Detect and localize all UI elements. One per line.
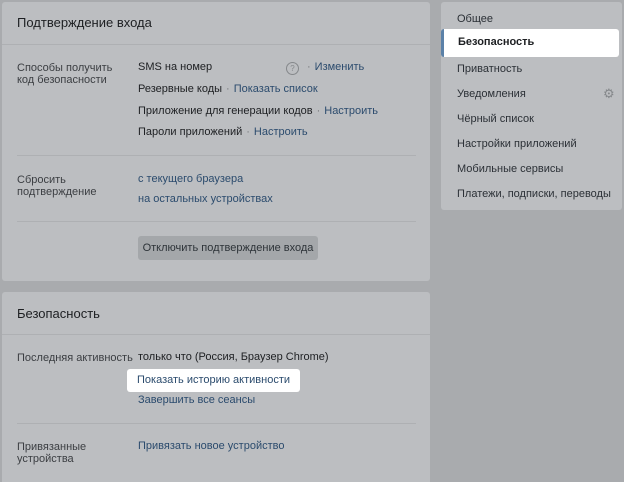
- reset-current-browser-link[interactable]: с текущего браузера: [138, 173, 243, 185]
- menu-item-security-label: Безопасность: [458, 36, 535, 48]
- show-activity-history-link[interactable]: Показать историю активности: [127, 369, 301, 392]
- method-backup: Резервные коды · Показать список: [138, 83, 318, 95]
- divider: [17, 423, 416, 424]
- method-sms-name: SMS на номер: [138, 61, 213, 73]
- gear-icon[interactable]: ⚙: [603, 86, 615, 102]
- divider: [17, 221, 416, 222]
- reset-other-devices-link[interactable]: на остальных устройствах: [138, 193, 273, 205]
- method-app-passwords-name: Пароли приложений: [138, 126, 243, 138]
- setup-code-app-link[interactable]: Настроить: [324, 105, 378, 117]
- menu-item-blacklist[interactable]: Чёрный список: [457, 113, 534, 125]
- setup-app-passwords-link[interactable]: Настроить: [254, 126, 308, 138]
- menu-item-notifications[interactable]: Уведомления: [457, 88, 526, 100]
- reset-label: Сбросить подтверждение: [17, 174, 97, 198]
- card-title: Подтверждение входа: [17, 15, 152, 30]
- last-activity-value: только что (Россия, Браузер Chrome): [138, 351, 329, 363]
- method-backup-name: Резервные коды: [138, 83, 223, 95]
- menu-item-mobile-services[interactable]: Мобильные сервисы: [457, 163, 563, 175]
- disable-confirmation-button[interactable]: Отключить подтверждение входа: [138, 236, 318, 260]
- divider: [2, 44, 430, 45]
- menu-item-security[interactable]: Безопасность: [441, 29, 619, 57]
- methods-label: Способы получить код безопасности: [17, 62, 113, 86]
- linked-devices-label: Привязанные устройства: [17, 441, 87, 465]
- method-sms: SMS на номер: [138, 61, 212, 73]
- method-sms-change: · Изменить: [307, 61, 365, 73]
- login-confirmation-card: Подтверждение входа Способы получить код…: [2, 2, 430, 281]
- show-backup-codes-link[interactable]: Показать список: [234, 83, 318, 95]
- card-title: Безопасность: [17, 306, 100, 321]
- method-app-passwords: Пароли приложений · Настроить: [138, 126, 308, 138]
- menu-item-privacy[interactable]: Приватность: [457, 63, 522, 75]
- method-app-name: Приложение для генерации кодов: [138, 105, 313, 117]
- menu-item-payments[interactable]: Платежи, подписки, переводы: [457, 188, 611, 200]
- divider: [2, 334, 430, 335]
- divider: [17, 155, 416, 156]
- change-phone-link[interactable]: Изменить: [315, 61, 365, 73]
- link-new-device-link[interactable]: Привязать новое устройство: [138, 440, 284, 452]
- menu-item-general[interactable]: Общее: [457, 13, 493, 25]
- last-activity-label: Последняя активность: [17, 352, 133, 364]
- help-icon[interactable]: ?: [286, 62, 299, 75]
- end-all-sessions-link[interactable]: Завершить все сеансы: [138, 394, 255, 406]
- method-app: Приложение для генерации кодов · Настроить: [138, 105, 378, 117]
- menu-item-app-settings[interactable]: Настройки приложений: [457, 138, 577, 150]
